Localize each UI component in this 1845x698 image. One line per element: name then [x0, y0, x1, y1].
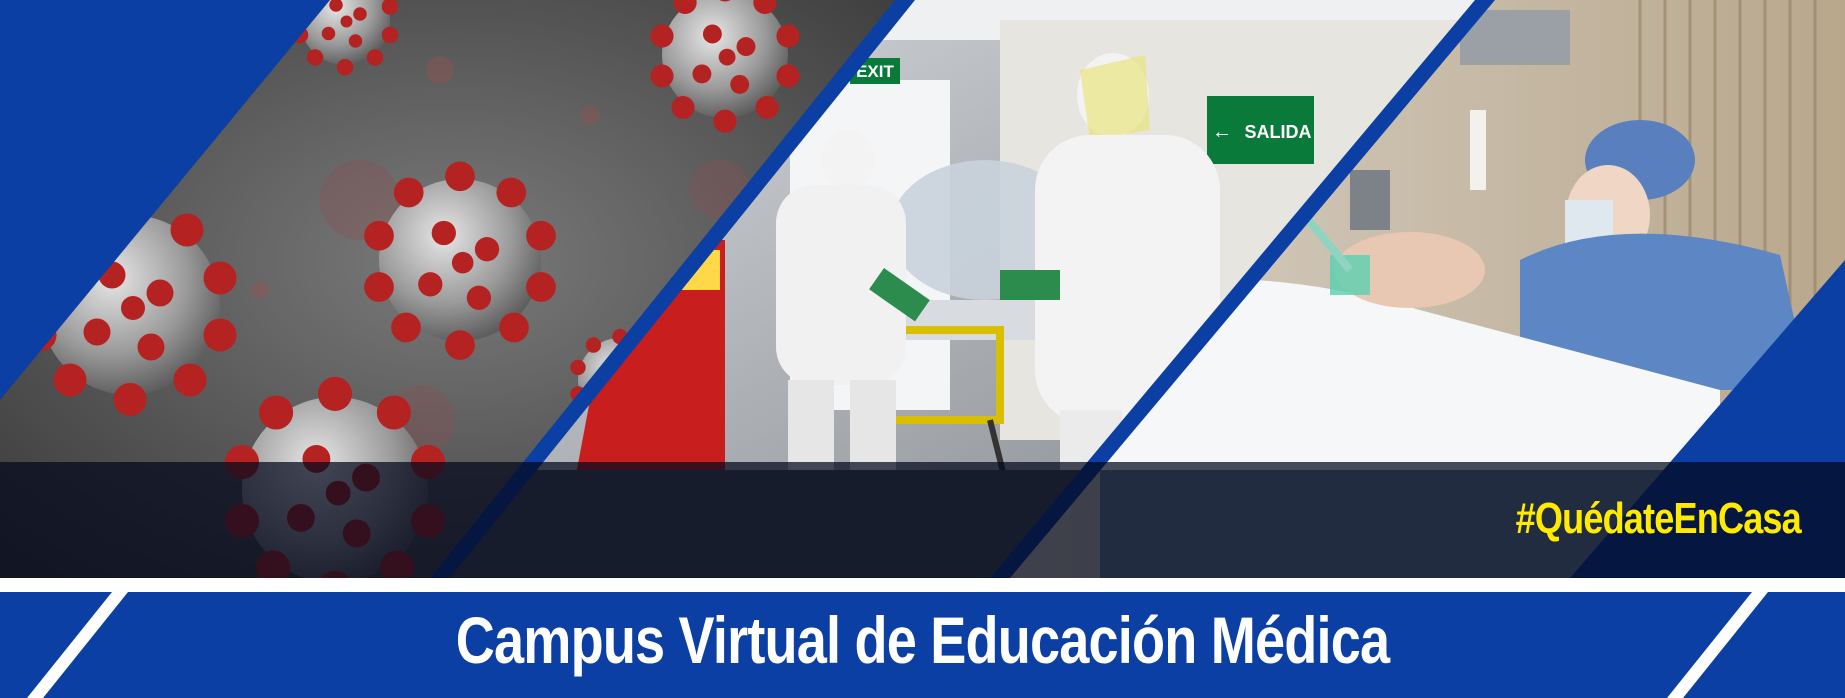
salida-sign: SALIDA	[1245, 122, 1312, 142]
hero-banner: EXIT SALIDA ← #QuédateEnCasa Campus Virt…	[0, 0, 1845, 698]
hashtag-label: #QuédateEnCasa	[1515, 494, 1802, 543]
separator	[0, 578, 1845, 592]
title-bar: Campus Virtual de Educación Médica	[0, 592, 1845, 698]
page-title: Campus Virtual de Educación Médica	[455, 603, 1390, 677]
svg-text:←: ←	[1212, 121, 1232, 143]
